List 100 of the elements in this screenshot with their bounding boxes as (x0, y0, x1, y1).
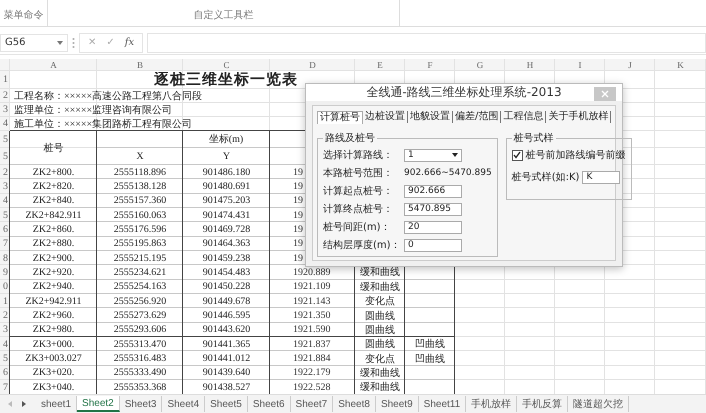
table-cell: 1921.590 (293, 324, 330, 336)
table-cell: 2555313.470 (114, 338, 166, 350)
table-cell: ZK2+842.911 (25, 210, 82, 221)
table-cell: 901486.180 (202, 166, 250, 178)
table-cell: 1922.528 (293, 382, 330, 393)
table-cell: 1921.109 (293, 281, 330, 292)
table-cell-text: 圆曲线 (365, 310, 395, 322)
dialog-tab[interactable]: 偏差/范围 (453, 111, 502, 123)
sheet-tab[interactable]: Sheet9 (376, 396, 419, 412)
input-field[interactable]: 902.666 (404, 184, 462, 198)
sheet-tab[interactable]: Sheet7 (290, 396, 334, 412)
table-cell: ZK3+040. (32, 382, 74, 393)
dots-icon (72, 36, 75, 49)
table-cell: 1921.350 (293, 310, 330, 322)
input-field[interactable]: 0 (404, 238, 462, 252)
sheet-tab[interactable]: Sheet5 (205, 396, 248, 412)
table-cell: ZK2+900. (32, 252, 74, 264)
formula-input[interactable] (147, 32, 706, 53)
table-cell: 1921.884 (293, 353, 330, 364)
row-header: 4 (3, 118, 8, 130)
table-cell: 2555138.128 (114, 180, 166, 192)
table-cell: 901480.691 (202, 180, 250, 192)
sheet-tab[interactable]: Sheet4 (162, 396, 206, 412)
table-cell: ZK3+020. (32, 367, 74, 378)
field-label: 桩号间距(m)： (323, 220, 392, 234)
table-cell: 2555157.360 (114, 195, 166, 206)
input-field[interactable]: 20 (404, 220, 462, 234)
input-field[interactable]: 5470.895 (404, 202, 462, 216)
table-cell: 2555254.163 (114, 281, 166, 292)
column-heading: X (136, 150, 144, 162)
table-cell: ZK2+920. (32, 266, 74, 278)
table-cell: 2555215.195 (114, 252, 166, 264)
table-cell: ZK3+003.027 (25, 353, 82, 364)
table-cell: 19 (293, 238, 303, 250)
row-header: 5 (3, 353, 8, 364)
column-heading: 坐标(m) (208, 132, 244, 146)
table-cell: 变化点 (365, 295, 395, 308)
table-cell: 901474.431 (202, 210, 250, 221)
table-cell: 19 (293, 210, 303, 221)
ribbon-group-label: 菜单命令 (4, 8, 44, 22)
input-field[interactable]: K (582, 170, 620, 184)
dialog-tab[interactable]: 计算桩号 (317, 110, 363, 124)
table-cell: 1922.179 (293, 367, 330, 378)
row-header: 5 (3, 150, 8, 162)
sheet-tab[interactable]: Sheet2 (77, 396, 120, 412)
sheet-tab[interactable]: Sheet11 (418, 396, 466, 412)
table-cell: 901441.012 (202, 353, 250, 364)
table-cell: ZK2+840. (32, 195, 74, 206)
sheet-tab[interactable]: 手机放样 (466, 396, 518, 412)
table-cell: ZK2+880. (32, 238, 74, 250)
table-cell: ZK2+942.911 (25, 296, 82, 307)
table-cell: 901446.595 (202, 310, 250, 322)
row-header: 6 (3, 224, 8, 235)
table-cell: ZK2+940. (32, 281, 74, 292)
table-cell: ZK3+000. (32, 338, 74, 350)
insert-function-button[interactable]: fx (124, 37, 134, 48)
previous-sheet-icon (8, 401, 12, 408)
table-cell: 2555333.490 (114, 367, 166, 378)
checkbox[interactable] (512, 150, 523, 160)
range-value: 902.666~5470.895 (404, 168, 492, 178)
close-button[interactable] (594, 87, 616, 101)
row-header: 0 (3, 281, 8, 292)
table-cell: ZK2+980. (32, 324, 74, 336)
column-header: I (578, 60, 582, 70)
table-cell: ZK2+820. (32, 180, 74, 192)
dialog-tab[interactable]: 边桩设置 (363, 111, 408, 123)
row-header: 2 (3, 166, 8, 178)
column-header: J (628, 60, 632, 70)
column-header: C (223, 60, 230, 70)
table-cell: ZK2+960. (32, 310, 74, 322)
table-cell: 圆曲线 (365, 324, 395, 336)
row-header: 7 (3, 238, 8, 250)
table-cell: 901475.203 (202, 195, 250, 206)
column-header: F (427, 60, 432, 70)
table-cell: 19 (293, 252, 303, 264)
row-header: 5 (3, 134, 8, 145)
sheet-tab[interactable]: 手机反算 (517, 396, 568, 412)
row-header: 1 (3, 296, 8, 307)
column-header: E (377, 60, 383, 70)
sheet-tab[interactable]: 隧道超欠挖 (568, 396, 630, 412)
group-title: 桩号式样 (512, 132, 555, 145)
table-cell: 缓和曲线 (360, 366, 400, 380)
row-header: 8 (3, 252, 8, 264)
dialog-tab[interactable]: 地貌设置 (408, 111, 453, 123)
sheet-tab[interactable]: Sheet6 (248, 396, 291, 412)
table-cell: 901450.228 (202, 281, 250, 292)
field-label: 结构层厚度(m)： (323, 238, 401, 252)
row-header: 4 (3, 195, 8, 206)
dialog-tab[interactable]: 关于手机放样 (546, 111, 612, 123)
dialog-tab[interactable]: 工程信息 (501, 111, 546, 123)
table-cell: 2555256.920 (114, 296, 166, 307)
group-title: 路线及桩号 (324, 132, 376, 145)
name-box[interactable]: G56 (0, 34, 68, 52)
route-select[interactable]: 1 (404, 148, 462, 162)
table-cell: 圆曲线 (365, 338, 395, 350)
sheet-tab[interactable]: Sheet3 (120, 396, 162, 412)
sheet-tab[interactable]: Sheet8 (333, 396, 376, 412)
field-label: 计算终点桩号： (323, 202, 394, 216)
table-cell: ZK2+860. (32, 224, 74, 235)
row-header: 1 (3, 74, 8, 86)
